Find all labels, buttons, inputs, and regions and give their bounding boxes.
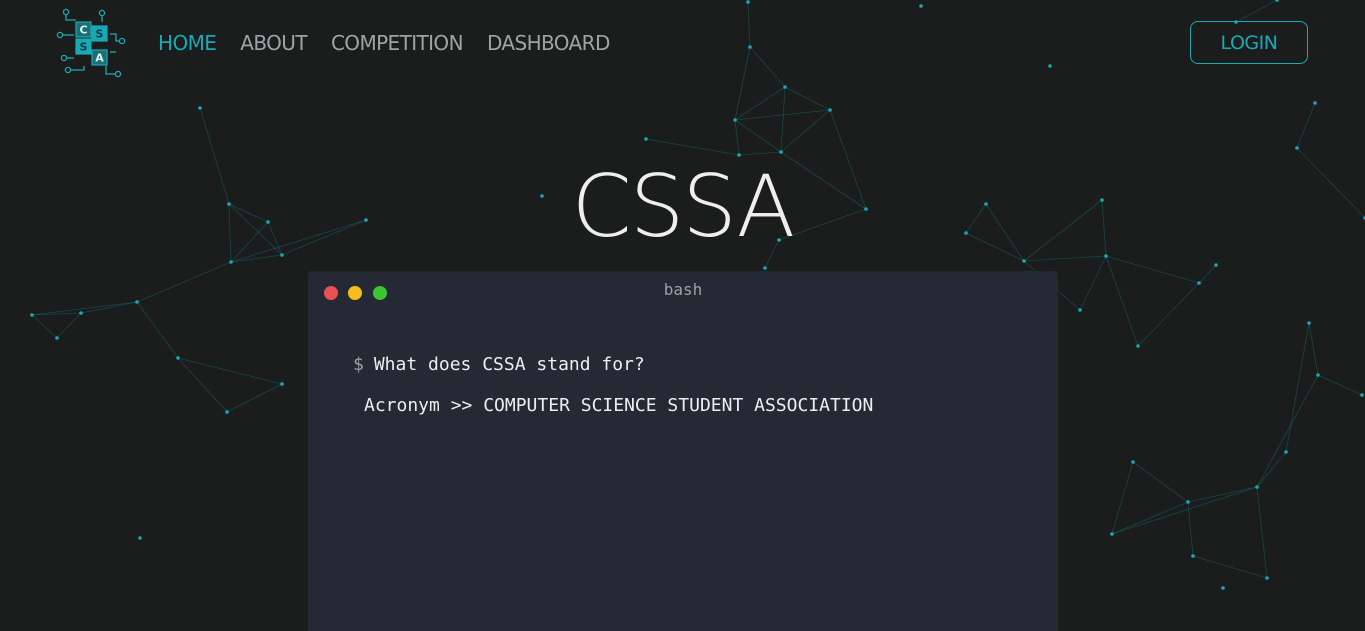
network-edge <box>1187 486 1258 503</box>
network-node <box>1136 344 1140 348</box>
logo-letter-a: A <box>95 52 104 65</box>
network-node <box>1191 554 1195 558</box>
network-edge <box>56 312 82 339</box>
network-node <box>55 336 59 340</box>
nav-dashboard-link[interactable]: DASHBOARD <box>487 30 610 56</box>
logo-letter-c: C <box>79 24 87 37</box>
network-edge <box>1187 501 1194 557</box>
network-edge <box>1256 451 1287 488</box>
network-edge <box>780 109 831 153</box>
network-edge <box>1105 255 1139 347</box>
network-edge <box>31 301 138 316</box>
network-node <box>1221 586 1225 590</box>
network-edge <box>1308 322 1319 376</box>
network-edge <box>1256 374 1319 488</box>
network-edge <box>1296 102 1316 149</box>
network-node <box>733 118 737 122</box>
nav-home-link[interactable]: HOME <box>158 30 217 56</box>
network-node <box>1313 101 1317 105</box>
nav-competition-link[interactable]: COMPETITION <box>331 30 464 56</box>
network-edge <box>1317 374 1363 396</box>
prompt-symbol: $ <box>353 354 364 375</box>
terminal-prompt-line: $ What does CSSA stand for? <box>353 354 645 375</box>
network-node <box>1316 373 1320 377</box>
network-edge <box>226 383 283 413</box>
network-node <box>1186 500 1190 504</box>
network-edge <box>734 119 740 156</box>
network-node <box>176 356 180 360</box>
network-node <box>1110 532 1114 536</box>
terminal-title: bash <box>663 280 703 299</box>
network-edge <box>1256 486 1268 579</box>
network-edge <box>734 86 786 121</box>
network-node <box>1265 576 1269 580</box>
hero-title: CSSA <box>571 157 796 257</box>
network-node <box>135 300 139 304</box>
terminal-command: What does CSSA stand for? <box>373 354 645 375</box>
cssa-logo[interactable]: C S S A <box>56 8 128 80</box>
network-edge <box>1111 501 1189 535</box>
logo-letter-s2: S <box>80 41 88 54</box>
network-node <box>1295 146 1299 150</box>
nav-about-link[interactable]: ABOUT <box>240 30 307 56</box>
network-edge <box>1198 264 1217 284</box>
network-node <box>138 536 142 540</box>
network-node <box>1284 450 1288 454</box>
network-node <box>30 313 34 317</box>
network-node <box>1255 485 1259 489</box>
network-edge <box>734 109 831 121</box>
network-node <box>1214 263 1218 267</box>
network-edge <box>177 357 228 413</box>
network-node <box>1197 281 1201 285</box>
network-edge <box>136 261 232 303</box>
network-edge <box>177 357 283 385</box>
network-edge <box>1111 461 1134 535</box>
network-node <box>1360 393 1364 397</box>
network-node <box>280 382 284 386</box>
network-node <box>1307 321 1311 325</box>
network-edge <box>1137 282 1200 347</box>
navbar: C S S A HOME ABOUT COMPETITION DASHBOARD… <box>0 0 1365 90</box>
network-edge <box>1132 461 1189 503</box>
network-node <box>644 137 648 141</box>
network-node <box>828 108 832 112</box>
network-edge <box>31 314 58 339</box>
network-node <box>198 106 202 110</box>
network-node <box>225 410 229 414</box>
terminal-window: bash $ What does CSSA stand for? Acronym … <box>308 271 1058 631</box>
main-nav: HOME ABOUT COMPETITION DASHBOARD <box>158 30 610 56</box>
network-node <box>1078 308 1082 312</box>
login-button[interactable]: LOGIN <box>1190 21 1308 64</box>
network-edge <box>780 86 786 153</box>
network-edge <box>734 119 782 153</box>
network-edge <box>136 301 179 359</box>
network-edge <box>1079 255 1107 311</box>
network-edge <box>1285 322 1310 453</box>
network-node <box>79 311 83 315</box>
network-edge <box>1111 486 1258 535</box>
network-edge <box>1192 555 1268 579</box>
logo-letter-s1: S <box>96 28 104 41</box>
terminal-output: Acronym >> COMPUTER SCIENCE STUDENT ASSO… <box>364 395 874 416</box>
network-node <box>763 266 767 270</box>
network-node <box>1131 460 1135 464</box>
network-edge <box>784 86 831 111</box>
